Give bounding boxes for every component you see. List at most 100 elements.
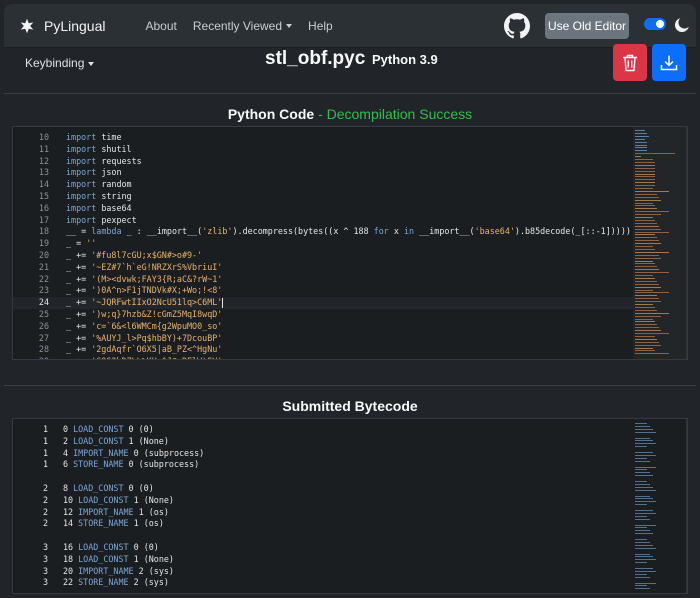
operator-token: += bbox=[71, 297, 92, 308]
code-line[interactable]: 27 _ += '%AUYJ_l>Pq$hbBY)+7DcouBP' bbox=[13, 333, 633, 345]
code-line[interactable]: 13 import json bbox=[13, 167, 633, 179]
nav-recently-viewed-dropdown[interactable]: Recently Viewed bbox=[192, 18, 293, 33]
bytecode-line[interactable]: 1 4 IMPORT_NAME 0 (subprocess) bbox=[13, 448, 633, 460]
code-line[interactable]: 25 _ += ')w;q}7hzb&Z!cGmZ5MqI8wqD' bbox=[13, 309, 633, 321]
code-line[interactable]: 11 import shutil bbox=[13, 144, 633, 156]
bytecode-line[interactable]: 2 12 IMPORT_NAME 1 (os) bbox=[13, 507, 633, 519]
minimap-line bbox=[635, 425, 650, 427]
code-line[interactable]: 24 _ += '~JQRFwtIIxO2NcU51lq>C6ML' bbox=[13, 297, 633, 309]
code-text: _ += '(M><dvwk;FAY3{R;aC&?rW~1' bbox=[66, 274, 222, 286]
bytecode-line[interactable]: 3 20 IMPORT_NAME 2 (sys) bbox=[13, 566, 633, 578]
source-line-number: 3 bbox=[42, 577, 48, 588]
code-line[interactable]: 12 import requests bbox=[13, 156, 633, 168]
bytecode-line[interactable]: 1 0 LOAD_CONST 0 (0) bbox=[13, 424, 633, 436]
opcode-name: STORE_NAME bbox=[73, 459, 124, 470]
operator-token: += bbox=[71, 332, 92, 343]
nav-recently-viewed-label: Recently Viewed bbox=[192, 18, 283, 33]
code-line[interactable]: 26 _ += 'c=`6&<l6WMCm{g2WpuMO0_so' bbox=[13, 321, 633, 333]
bytecode-line[interactable]: 1 6 STORE_NAME 0 (subprocess) bbox=[13, 459, 633, 471]
minimap-line bbox=[635, 164, 655, 166]
opcode-argument: 1 (None) bbox=[123, 435, 169, 446]
operator-token: ). bbox=[232, 226, 243, 237]
minimap-line bbox=[635, 335, 655, 337]
code-line[interactable]: 19 _ = '' bbox=[13, 238, 633, 250]
divider bbox=[4, 93, 696, 94]
code-text: import json bbox=[66, 167, 121, 179]
bytecode-content[interactable]: 10 LOAD_CONST 0 (0) 1 2 LOAD_CONST 1 (None… bbox=[13, 424, 633, 589]
github-icon[interactable] bbox=[504, 13, 530, 39]
minimap-line bbox=[635, 466, 656, 468]
minimap-line bbox=[635, 570, 656, 572]
python-code-content[interactable]: 10 import time 11 import shutil 12 import req… bbox=[13, 132, 633, 359]
line-number: 21 bbox=[38, 261, 49, 272]
code-line[interactable]: 14 import random bbox=[13, 179, 633, 191]
identifier-token: __ bbox=[66, 226, 77, 237]
bytecode-line[interactable]: 3 16 LOAD_CONST 0 (0) bbox=[13, 542, 633, 554]
toggle-knob bbox=[656, 20, 664, 28]
keybinding-dropdown[interactable]: Keybinding bbox=[25, 56, 95, 70]
string-token: '#fu8l7cGU;x$GN#>o#9-' bbox=[91, 249, 203, 260]
minimap-line bbox=[635, 161, 655, 163]
instruction-text: 2 LOAD_CONST 1 (None) bbox=[63, 436, 169, 448]
code-line[interactable]: 15 import string bbox=[13, 191, 633, 203]
scrollbar[interactable] bbox=[686, 419, 687, 593]
bytecode-line[interactable]: 2 14 STORE_NAME 1 (os) bbox=[13, 518, 633, 530]
minimap-line bbox=[635, 205, 655, 207]
divider bbox=[4, 385, 696, 386]
source-line-number: 1 bbox=[42, 447, 48, 458]
dark-mode-toggle[interactable] bbox=[644, 18, 666, 30]
trash-icon bbox=[623, 54, 637, 71]
download-button[interactable] bbox=[652, 44, 686, 81]
minimap-line bbox=[635, 193, 657, 195]
operator-token: += bbox=[71, 285, 92, 296]
minimap-line bbox=[635, 524, 656, 526]
minimap-line bbox=[635, 228, 661, 230]
bytecode-line[interactable]: 1 2 LOAD_CONST 1 (None) bbox=[13, 436, 633, 448]
code-line[interactable]: 29 _ += '6QS2hDZLL%KUr^J@<RFlWtSV' bbox=[13, 356, 633, 359]
bytecode-line[interactable]: 2 10 LOAD_CONST 1 (None) bbox=[13, 495, 633, 507]
bytecode-line[interactable] bbox=[13, 471, 633, 483]
bytecode-line[interactable]: 3 18 LOAD_CONST 1 (None) bbox=[13, 554, 633, 566]
code-line[interactable]: 28 _ += '2gdAqfr`O6X5|aB_PZ<^HgNu' bbox=[13, 344, 633, 356]
code-line[interactable]: 23 _ += ')0A^n>F1jTNDVk#X;+Wo;!<8' bbox=[13, 285, 633, 297]
code-line[interactable]: 18 __ = lambda _ : __import__('zlib').dec… bbox=[13, 226, 633, 238]
bytecode-editor[interactable]: 10 LOAD_CONST 0 (0) 1 2 LOAD_CONST 1 (None… bbox=[12, 418, 688, 594]
code-line[interactable]: 10 import time bbox=[13, 132, 633, 144]
file-name: stl_obf.pyc bbox=[265, 48, 366, 69]
opcode-argument: 1 (os) bbox=[128, 518, 164, 529]
code-line[interactable]: 16 import base64 bbox=[13, 203, 633, 215]
python-code-editor[interactable]: 10 import time 11 import shutil 12 import req… bbox=[12, 126, 688, 360]
use-old-editor-button[interactable]: Use Old Editor bbox=[545, 13, 629, 39]
operator-token: = bbox=[76, 226, 92, 237]
brand[interactable]: PyLingual bbox=[18, 17, 106, 35]
code-line[interactable]: 22 _ += '(M><dvwk;FAY3{R;aC&?rW~1' bbox=[13, 274, 633, 286]
bytecode-minimap[interactable] bbox=[633, 419, 687, 593]
minimap-line bbox=[635, 457, 647, 459]
minimap-line bbox=[635, 504, 647, 506]
keyword-token: import bbox=[66, 214, 97, 225]
operator-token: = bbox=[71, 238, 87, 249]
brand-name: PyLingual bbox=[44, 17, 106, 34]
scrollbar[interactable] bbox=[686, 127, 687, 359]
code-line[interactable]: 20 _ += '#fu8l7cGU;x$GN#>o#9-' bbox=[13, 250, 633, 262]
opcode-argument: 0 (0) bbox=[123, 482, 154, 493]
code-line[interactable]: 17 import pexpect bbox=[13, 215, 633, 227]
nav-about-link[interactable]: About bbox=[146, 19, 177, 33]
line-number: 26 bbox=[38, 320, 49, 331]
source-line-number: 3 bbox=[42, 553, 48, 564]
line-number: 14 bbox=[38, 179, 49, 190]
line-number: 12 bbox=[38, 155, 49, 166]
instruction-text: 22 STORE_NAME 2 (sys) bbox=[63, 577, 169, 589]
bytecode-line[interactable]: 2 8 LOAD_CONST 0 (0) bbox=[13, 483, 633, 495]
nav-help-link[interactable]: Help bbox=[308, 19, 333, 33]
code-line[interactable]: 21 _ += '~EZ#7`h`eG!NRZXrS%VbriuI' bbox=[13, 262, 633, 274]
python-code-minimap[interactable] bbox=[633, 127, 687, 359]
bytecode-line[interactable] bbox=[13, 530, 633, 542]
identifier-token: __import__ bbox=[419, 226, 470, 237]
minimap-line bbox=[635, 423, 647, 424]
bytecode-line[interactable]: 3 22 STORE_NAME 2 (sys) bbox=[13, 577, 633, 589]
line-number: 16 bbox=[38, 202, 49, 213]
minimap-line bbox=[635, 544, 653, 546]
minimap-line bbox=[635, 576, 650, 578]
delete-button[interactable] bbox=[613, 44, 647, 81]
